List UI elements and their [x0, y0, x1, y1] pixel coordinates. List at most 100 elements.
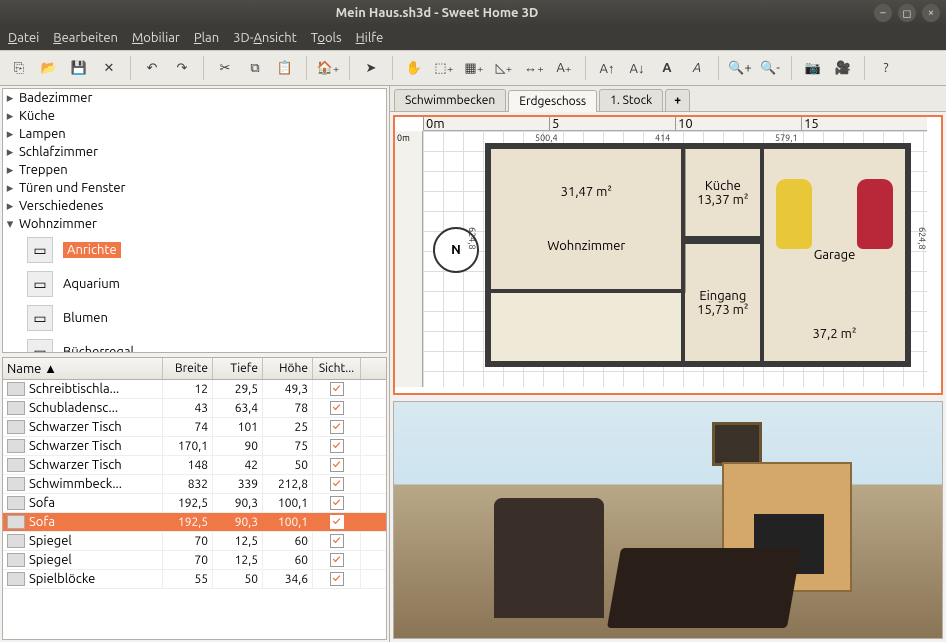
text-bigger-icon[interactable]: A↑: [594, 55, 620, 81]
cell-depth: 12,5: [213, 532, 263, 550]
table-row[interactable]: Spiegel7012,560✓: [3, 532, 386, 551]
catalog-item[interactable]: ▭Blumen: [3, 301, 386, 335]
chevron-down-icon: ▾: [5, 217, 15, 232]
catalog-item[interactable]: ▭Bücherregal: [3, 335, 386, 353]
catalog-category[interactable]: ▸Küche: [3, 107, 386, 125]
table-row[interactable]: Schwarzer Tisch170,19075✓: [3, 437, 386, 456]
catalog-item[interactable]: ▭Aquarium: [3, 267, 386, 301]
visibility-checkbox[interactable]: ✓: [330, 553, 344, 567]
dimension-tool-icon[interactable]: ↔₊: [521, 55, 547, 81]
visibility-checkbox[interactable]: ✓: [330, 458, 344, 472]
chevron-right-icon: ▸: [5, 181, 15, 196]
catalog-category[interactable]: ▸Verschiedenes: [3, 197, 386, 215]
cell-width: 43: [163, 399, 213, 417]
menu-plan[interactable]: Plan: [194, 31, 219, 45]
car-icon[interactable]: [776, 179, 812, 249]
level-tab[interactable]: Schwimmbecken: [394, 89, 506, 111]
furniture-table[interactable]: Name ▲ Breite Tiefe Höhe Sicht... Schrei…: [2, 357, 387, 640]
open-icon[interactable]: 📂: [36, 55, 62, 81]
table-row[interactable]: Spiegel7012,560✓: [3, 551, 386, 570]
cell-depth: 101: [213, 418, 263, 436]
table-row[interactable]: Schwarzer Tisch1484250✓: [3, 456, 386, 475]
select-tool-icon[interactable]: ➤: [358, 55, 384, 81]
table-row[interactable]: Schwimmbeck...832339212,8✓: [3, 475, 386, 494]
table-row[interactable]: Spielblöcke555034,6✓: [3, 570, 386, 589]
cell-depth: 90,3: [213, 513, 263, 531]
menu-help[interactable]: Hilfe: [356, 31, 384, 45]
chevron-right-icon: ▸: [5, 127, 15, 142]
menu-file[interactable]: Datei: [8, 31, 39, 45]
preferences-icon[interactable]: ✕: [96, 55, 122, 81]
catalog-category[interactable]: ▾Wohnzimmer: [3, 215, 386, 233]
cell-depth: 12,5: [213, 551, 263, 569]
catalog-category[interactable]: ▸Lampen: [3, 125, 386, 143]
table-row[interactable]: Schwarzer Tisch7410125✓: [3, 418, 386, 437]
table-row[interactable]: Schreibtischla...1229,549,3✓: [3, 380, 386, 399]
text-tool-icon[interactable]: A₊: [551, 55, 577, 81]
cell-depth: 90: [213, 437, 263, 455]
photo-icon[interactable]: 📷: [800, 55, 826, 81]
plan-view[interactable]: 0m51015 0m N 624,8 624,8 500,4 414 579,1…: [393, 115, 943, 395]
redo-icon[interactable]: ↷: [169, 55, 195, 81]
catalog-category[interactable]: ▸Badezimmer: [3, 89, 386, 107]
maximize-button[interactable]: ◻: [898, 4, 916, 22]
level-tab[interactable]: Erdgeschoss: [508, 90, 597, 112]
add-furniture-icon[interactable]: 🏠₊: [315, 55, 341, 81]
visibility-checkbox[interactable]: ✓: [330, 534, 344, 548]
add-level-button[interactable]: +: [665, 89, 690, 111]
furniture-name: Schwarzer Tisch: [29, 439, 122, 453]
visibility-checkbox[interactable]: ✓: [330, 572, 344, 586]
furniture-thumbnail-icon: [7, 458, 25, 472]
close-button[interactable]: ×: [922, 4, 940, 22]
menu-tools[interactable]: Tools: [311, 31, 342, 45]
table-row[interactable]: Sofa192,590,3100,1✓: [3, 494, 386, 513]
paste-icon[interactable]: 📋: [272, 55, 298, 81]
pan-tool-icon[interactable]: ✋: [401, 55, 427, 81]
undo-icon[interactable]: ↶: [139, 55, 165, 81]
minimize-button[interactable]: –: [874, 4, 892, 22]
menu-3dview[interactable]: 3D-Ansicht: [233, 31, 297, 45]
polyline-tool-icon[interactable]: ◺₊: [491, 55, 517, 81]
save-icon[interactable]: 💾: [66, 55, 92, 81]
visibility-checkbox[interactable]: ✓: [330, 420, 344, 434]
3d-view[interactable]: [393, 401, 943, 639]
catalog-category[interactable]: ▸Türen und Fenster: [3, 179, 386, 197]
wall-tool-icon[interactable]: ⬚₊: [431, 55, 457, 81]
room-tool-icon[interactable]: ▦₊: [461, 55, 487, 81]
text-smaller-icon[interactable]: A↓: [624, 55, 650, 81]
furniture-table-header[interactable]: Name ▲ Breite Tiefe Höhe Sicht...: [3, 358, 386, 380]
table-row[interactable]: Schubladensc...4363,478✓: [3, 399, 386, 418]
text-italic-icon[interactable]: A: [684, 55, 710, 81]
visibility-checkbox[interactable]: ✓: [330, 439, 344, 453]
cell-width: 70: [163, 532, 213, 550]
visibility-checkbox[interactable]: ✓: [330, 382, 344, 396]
cut-icon[interactable]: ✂: [212, 55, 238, 81]
table-row[interactable]: Sofa192,590,3100,1✓: [3, 513, 386, 532]
text-bold-icon[interactable]: A: [654, 55, 680, 81]
zoom-in-icon[interactable]: 🔍+: [727, 55, 753, 81]
furniture-catalog[interactable]: ▸Badezimmer▸Küche▸Lampen▸Schlafzimmer▸Tr…: [2, 88, 387, 353]
menu-furniture[interactable]: Mobiliar: [132, 31, 180, 45]
help-icon[interactable]: ?: [873, 55, 899, 81]
house-outline[interactable]: 31,47 m² Wohnzimmer Küche 13,37 m² Garag…: [485, 143, 911, 367]
toolbar: ⎘ 📂 💾 ✕ ↶ ↷ ✂ ⧉ 📋 🏠₊ ➤ ✋ ⬚₊ ▦₊ ◺₊ ↔₊ A₊ …: [0, 50, 946, 86]
zoom-out-icon[interactable]: 🔍-: [757, 55, 783, 81]
new-icon[interactable]: ⎘: [6, 55, 32, 81]
catalog-item[interactable]: ▭Anrichte: [3, 233, 386, 267]
catalog-category[interactable]: ▸Treppen: [3, 161, 386, 179]
visibility-checkbox[interactable]: ✓: [330, 515, 344, 529]
visibility-checkbox[interactable]: ✓: [330, 401, 344, 415]
cell-height: 60: [263, 551, 313, 569]
furniture-thumbnail-icon: [7, 439, 25, 453]
catalog-category[interactable]: ▸Schlafzimmer: [3, 143, 386, 161]
car-icon[interactable]: [857, 179, 893, 249]
visibility-checkbox[interactable]: ✓: [330, 496, 344, 510]
video-icon[interactable]: 🎥: [830, 55, 856, 81]
room-name: Eingang: [699, 289, 746, 303]
painting-3d: [712, 422, 762, 466]
level-tab[interactable]: 1. Stock: [599, 89, 663, 111]
chevron-right-icon: ▸: [5, 163, 15, 178]
menu-edit[interactable]: Bearbeiten: [53, 31, 118, 45]
copy-icon[interactable]: ⧉: [242, 55, 268, 81]
visibility-checkbox[interactable]: ✓: [330, 477, 344, 491]
